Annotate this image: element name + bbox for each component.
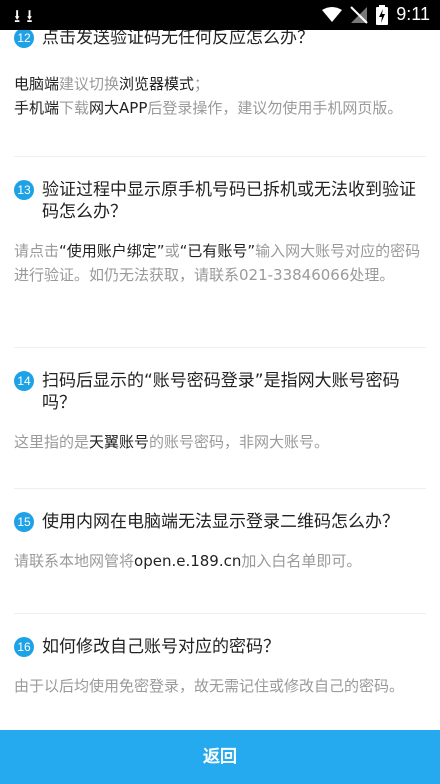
faq-list[interactable]: 12 点击发送验证码无任何反应怎么办？ 电脑端建议切换浏览器模式； 手机端下载网… [0, 30, 440, 730]
question-number-badge: 12 [14, 30, 34, 48]
download-icon: ⭳ [14, 6, 27, 27]
question-text: 点击发送验证码无任何反应怎么办？ [42, 30, 314, 48]
question-number-badge: 16 [14, 637, 34, 657]
faq-answer: 电脑端建议切换浏览器模式； 手机端下载网大APP后登录操作，建议勿使用手机网页版… [14, 72, 426, 120]
question-text: 验证过程中显示原手机号码已拆机或无法收到验证码怎么办？ [42, 180, 416, 222]
battery-charging-icon [376, 4, 389, 25]
question-number-badge: 15 [14, 512, 34, 532]
wifi-icon [322, 6, 343, 22]
faq-item-14: 14 扫码后显示的“账号密码登录”是指网大账号密码吗？ 这里指的是天翼账号的账号… [14, 370, 426, 489]
faq-answer: 请点击“使用账户绑定”或“已有账号”输入网大账号对应的密码进行验证。如仍无法获取… [14, 242, 421, 284]
back-button[interactable]: 返回 [0, 730, 440, 784]
faq-answer: 请联系本地网管将open.e.189.cn加入白名单即可。 [14, 552, 362, 570]
question-text: 扫码后显示的“账号密码登录”是指网大账号密码吗？ [42, 371, 400, 413]
question-number-badge: 13 [14, 180, 34, 200]
faq-item-16: 16 如何修改自己账号对应的密码？ 由于以后均使用免密登录，故无需记住或修改自己… [14, 636, 426, 730]
faq-item-15: 15 使用内网在电脑端无法显示登录二维码怎么办？ 请联系本地网管将open.e.… [14, 511, 426, 614]
answer-line: 电脑端建议切换浏览器模式； [14, 75, 210, 93]
question-number-badge: 14 [14, 371, 34, 391]
faq-question: 15 使用内网在电脑端无法显示登录二维码怎么办？ [14, 511, 426, 533]
status-icons: 9:11 [322, 4, 430, 25]
faq-item-12: 12 点击发送验证码无任何反应怎么办？ 电脑端建议切换浏览器模式； 手机端下载网… [14, 30, 426, 157]
no-signal-icon [350, 5, 369, 24]
question-text: 使用内网在电脑端无法显示登录二维码怎么办？ [42, 512, 399, 532]
status-time: 9:11 [396, 4, 430, 24]
faq-answer: 这里指的是天翼账号的账号密码，非网大账号。 [14, 433, 330, 451]
faq-question: 13 验证过程中显示原手机号码已拆机或无法收到验证码怎么办？ [14, 179, 426, 223]
faq-question: 16 如何修改自己账号对应的密码？ [14, 636, 426, 658]
download-icon: ⭳ [26, 6, 39, 27]
question-text: 如何修改自己账号对应的密码？ [42, 637, 280, 657]
faq-question: 12 点击发送验证码无任何反应怎么办？ [14, 30, 426, 49]
answer-line: 手机端下载网大APP后登录操作，建议勿使用手机网页版。 [14, 99, 403, 117]
status-bar: ⭳⭳ 9:11 [0, 0, 440, 30]
faq-item-13: 13 验证过程中显示原手机号码已拆机或无法收到验证码怎么办？ 请点击“使用账户绑… [14, 179, 426, 348]
faq-question: 14 扫码后显示的“账号密码登录”是指网大账号密码吗？ [14, 370, 426, 414]
faq-answer: 由于以后均使用免密登录，故无需记住或修改自己的密码。 [14, 677, 405, 695]
